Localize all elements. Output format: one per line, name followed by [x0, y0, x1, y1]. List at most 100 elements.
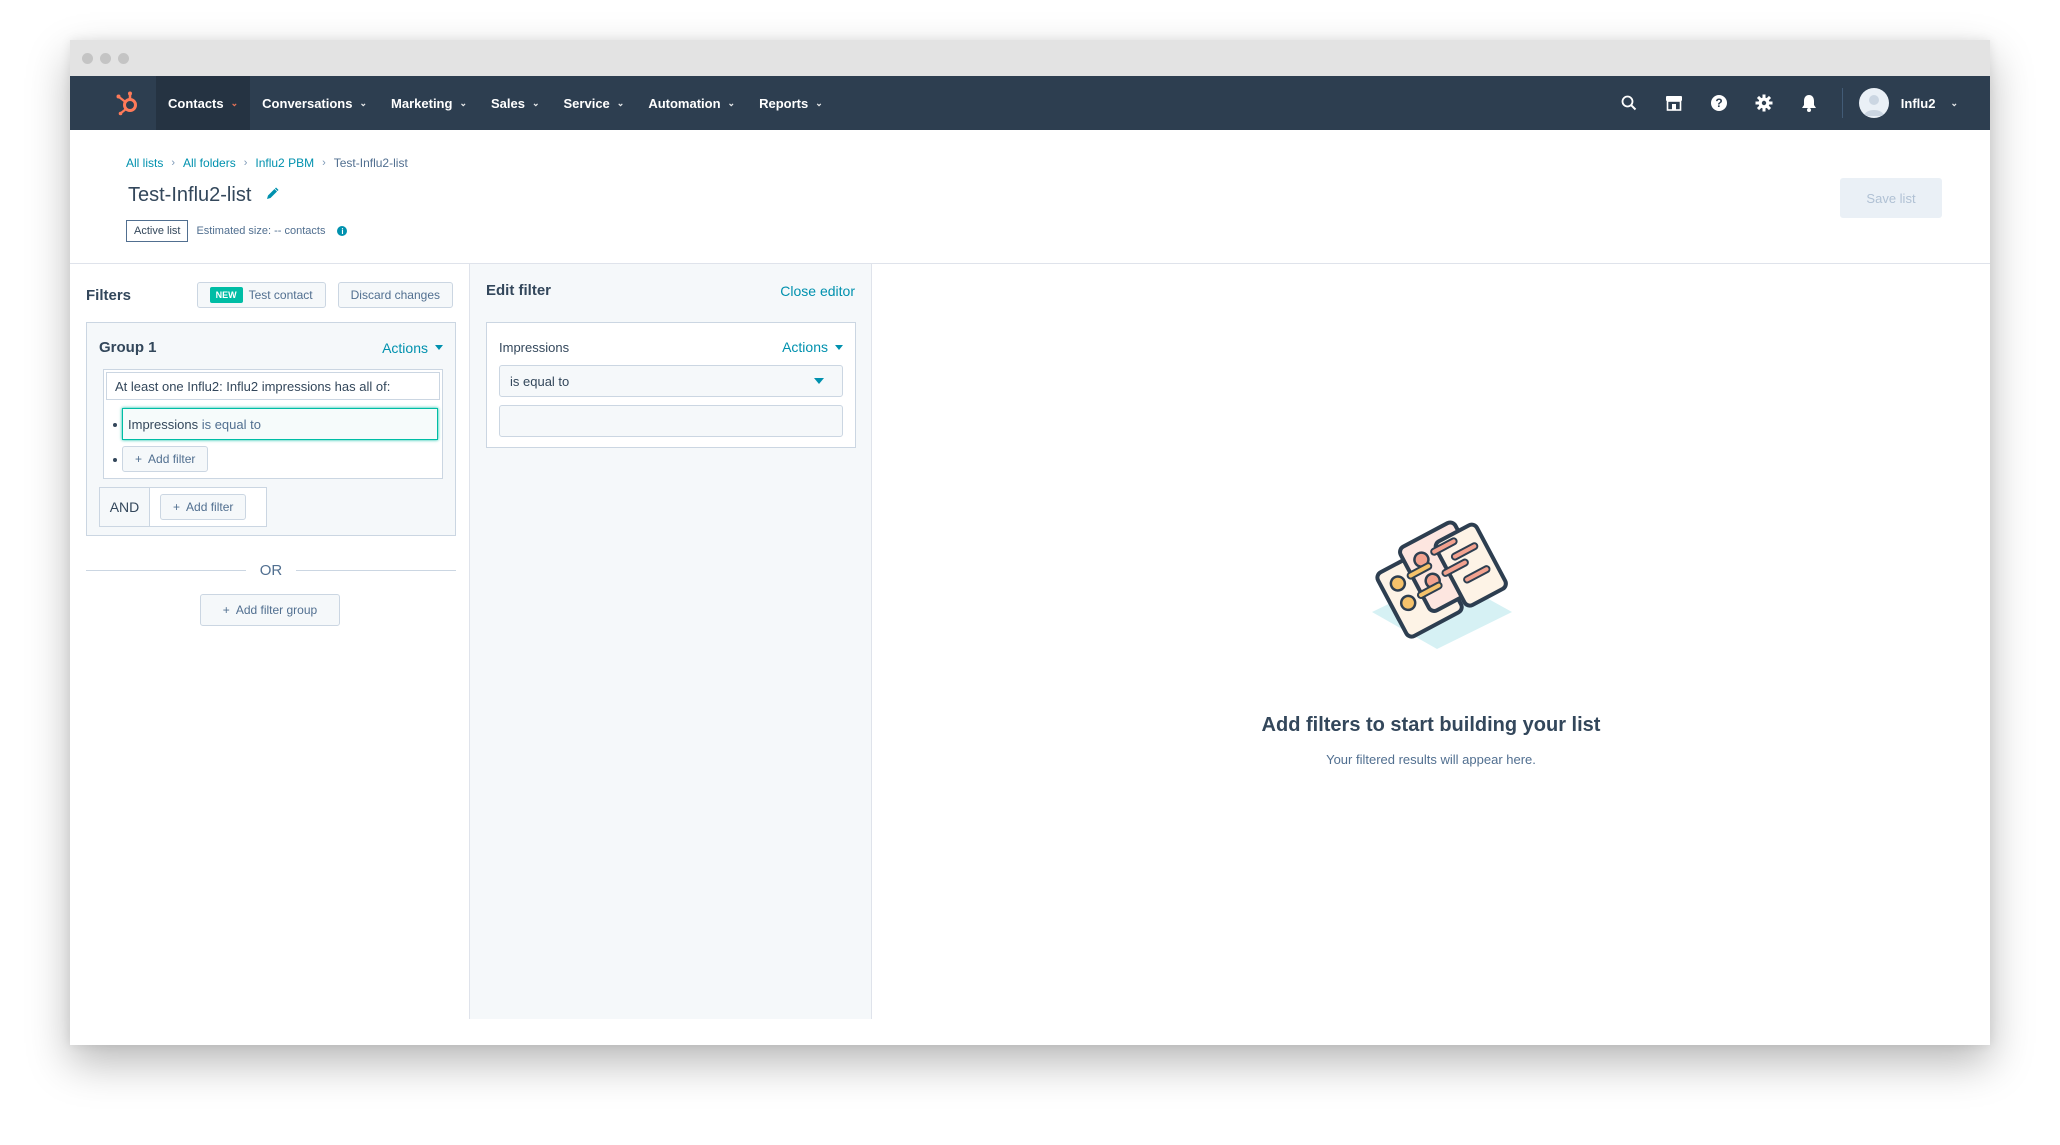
nav-service[interactable]: Service ⌄	[552, 76, 637, 130]
info-icon[interactable]: i	[337, 226, 348, 236]
test-contact-label: Test contact	[248, 288, 313, 302]
caret-down-icon	[835, 344, 843, 350]
caret-down-icon	[435, 345, 443, 350]
discard-changes-button[interactable]: Discard changes	[337, 282, 453, 308]
nav-sales-label: Sales	[490, 95, 525, 111]
chevron-right-icon: ›	[322, 157, 326, 169]
filter-group: Group 1 Actions At least one Influ2: Inf…	[86, 322, 456, 536]
or-label: OR	[259, 562, 283, 579]
chevron-down-icon: ⌄	[459, 97, 467, 108]
breadcrumb-all-lists[interactable]: All lists	[126, 156, 163, 170]
account-menu[interactable]: Influ2 ⌄	[1858, 88, 1958, 118]
nav-divider	[1841, 88, 1843, 118]
operator-select[interactable]: is equal to	[499, 365, 843, 397]
list-status-row: Active list Estimated size: -- contacts …	[126, 220, 348, 242]
nav-automation[interactable]: Automation ⌄	[636, 76, 747, 130]
plus-icon: +	[222, 603, 230, 617]
bullet-icon	[113, 458, 117, 462]
group-actions-label: Actions	[382, 339, 428, 356]
nav-contacts[interactable]: Contacts ⌄	[156, 76, 251, 130]
edit-filter-title: Edit filter	[486, 282, 552, 299]
page-title-row: Test-Influ2-list	[128, 184, 279, 207]
nav-marketing[interactable]: Marketing ⌄	[379, 76, 479, 130]
plus-icon: +	[135, 452, 143, 466]
add-filter-group-label: Add filter group	[235, 603, 318, 617]
and-label: AND	[100, 488, 150, 526]
and-add-filter-label: Add filter	[186, 500, 234, 514]
search-icon[interactable]	[1607, 76, 1652, 130]
chevron-down-icon: ⌄	[727, 97, 736, 108]
breadcrumb-all-folders[interactable]: All folders	[183, 156, 236, 170]
top-navigation: Contacts ⌄ Conversations ⌄ Marketing ⌄ Sale…	[70, 76, 1990, 130]
group-actions-dropdown[interactable]: Actions	[382, 340, 443, 356]
filters-panel: Filters NEW Test contact Discard changes…	[70, 264, 470, 1019]
and-row: AND + Add filter	[99, 487, 267, 527]
close-editor-link[interactable]: Close editor	[780, 283, 855, 299]
filter-condition[interactable]: Impressions is equal to	[122, 408, 438, 440]
svg-text:?: ?	[1716, 96, 1723, 110]
window-minimize-dot[interactable]	[100, 52, 111, 64]
add-filter-label: Add filter	[148, 452, 196, 466]
account-name: Influ2	[1900, 95, 1936, 111]
filters-title: Filters	[86, 286, 132, 304]
or-line-right	[296, 570, 456, 571]
operator-select-value: is equal to	[510, 373, 570, 389]
window-maximize-dot[interactable]	[118, 52, 129, 64]
breadcrumb: All lists › All folders › Influ2 PBM › T…	[126, 156, 408, 170]
caret-down-icon	[814, 378, 824, 384]
test-contact-button[interactable]: NEW Test contact	[196, 282, 326, 308]
nav-marketing-label: Marketing	[391, 95, 453, 111]
nav-conversations-label: Conversations	[262, 95, 353, 111]
nav-conversations[interactable]: Conversations ⌄	[250, 76, 379, 130]
edit-pencil-icon[interactable]	[265, 184, 279, 207]
condition-operator: is equal to	[201, 417, 261, 432]
nav-contacts-label: Contacts	[168, 95, 224, 111]
status-badge: Active list	[126, 220, 189, 242]
bullet-icon	[113, 423, 117, 427]
nav-service-label: Service	[563, 95, 610, 111]
chevron-down-icon: ⌄	[359, 97, 368, 108]
window-titlebar	[70, 40, 1990, 76]
save-list-button[interactable]: Save list	[1840, 178, 1942, 218]
chevron-down-icon: ⌄	[616, 97, 625, 108]
filter-value-input[interactable]	[499, 405, 843, 437]
breadcrumb-current: Test-Influ2-list	[333, 156, 408, 170]
chevron-right-icon: ›	[171, 157, 176, 169]
help-icon[interactable]: ?	[1697, 76, 1742, 130]
edit-filter-panel: Edit filter Close editor Impressions Act…	[470, 264, 872, 1019]
add-filter-button[interactable]: + Add filter	[122, 446, 209, 472]
results-empty-state: Add filters to start building your list …	[872, 264, 1990, 1019]
chevron-down-icon: ⌄	[815, 97, 823, 108]
edit-filter-card: Impressions Actions is equal to	[486, 322, 856, 448]
browser-window: Contacts ⌄ Conversations ⌄ Marketing ⌄ Sale…	[70, 40, 1990, 1045]
edit-filter-card-header: Impressions Actions	[499, 339, 843, 355]
notifications-icon[interactable]	[1787, 76, 1832, 130]
window-close-dot[interactable]	[82, 52, 93, 64]
group-header: Group 1 Actions	[99, 339, 443, 356]
nav-reports[interactable]: Reports ⌄	[747, 76, 835, 130]
rule-label[interactable]: At least one Influ2: Influ2 impressions …	[106, 372, 440, 400]
filter-actions-label: Actions	[782, 339, 828, 355]
and-add-filter-button[interactable]: + Add filter	[160, 494, 247, 520]
chevron-down-icon: ⌄	[230, 97, 239, 108]
chevron-down-icon: ⌄	[1950, 97, 1958, 108]
plus-icon: +	[173, 500, 181, 514]
hubspot-logo-icon[interactable]	[98, 76, 156, 130]
settings-icon[interactable]	[1742, 76, 1787, 130]
nav-automation-label: Automation	[648, 95, 721, 111]
nav-reports-label: Reports	[759, 95, 809, 111]
filters-header: Filters NEW Test contact Discard changes	[86, 282, 453, 308]
nav-sales[interactable]: Sales ⌄	[479, 76, 552, 130]
association-rule: At least one Influ2: Influ2 impressions …	[103, 369, 443, 479]
add-filter-group-button[interactable]: + Add filter group	[200, 594, 340, 626]
marketplace-icon[interactable]	[1652, 76, 1697, 130]
main-content: Filters NEW Test contact Discard changes…	[70, 264, 1990, 1019]
filter-property-name: Impressions	[499, 339, 570, 355]
new-badge: NEW	[209, 287, 243, 303]
chevron-down-icon: ⌄	[531, 97, 540, 108]
filter-actions-dropdown[interactable]: Actions	[782, 339, 843, 355]
empty-state-subtitle: Your filtered results will appear here.	[1326, 752, 1536, 767]
condition-property: Impressions	[128, 417, 199, 432]
empty-state-title: Add filters to start building your list	[1261, 714, 1601, 736]
breadcrumb-folder[interactable]: Influ2 PBM	[255, 156, 314, 170]
